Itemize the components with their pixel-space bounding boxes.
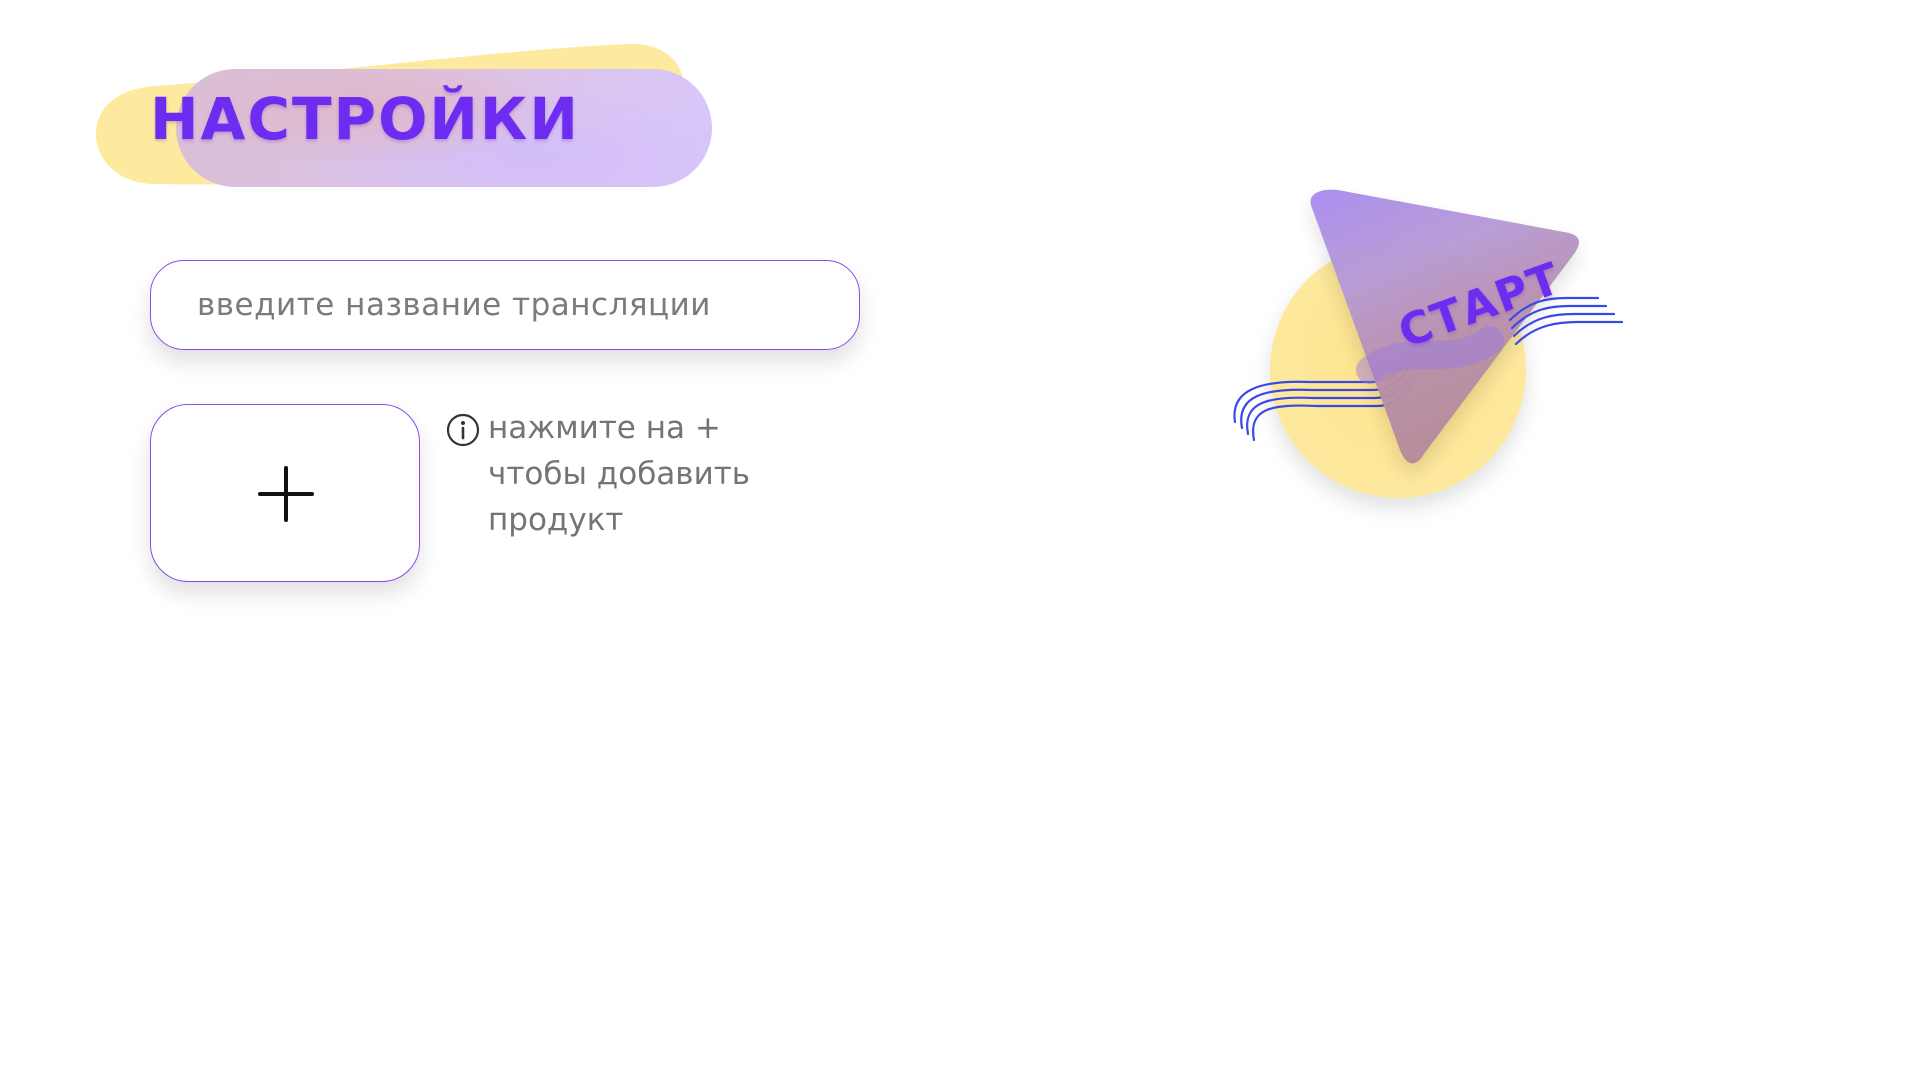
stream-name-input[interactable] [150,260,860,350]
hint-line-1: нажмите на + [488,410,721,446]
add-product-button[interactable] [150,404,420,582]
hint-line-3: продукт [488,502,624,538]
page-header: НАСТРОЙКИ [96,40,736,200]
hint-text: нажмите на + чтобы добавить продукт [488,405,808,543]
plus-icon [258,466,314,522]
info-icon [446,413,480,447]
settings-screen: НАСТРОЙКИ нажмите на + чтобы добавить пр… [0,0,1920,1080]
page-title: НАСТРОЙКИ [150,85,580,153]
start-button[interactable]: СТАРТ [1220,170,1640,510]
hint-line-2: чтобы добавить [488,456,751,492]
